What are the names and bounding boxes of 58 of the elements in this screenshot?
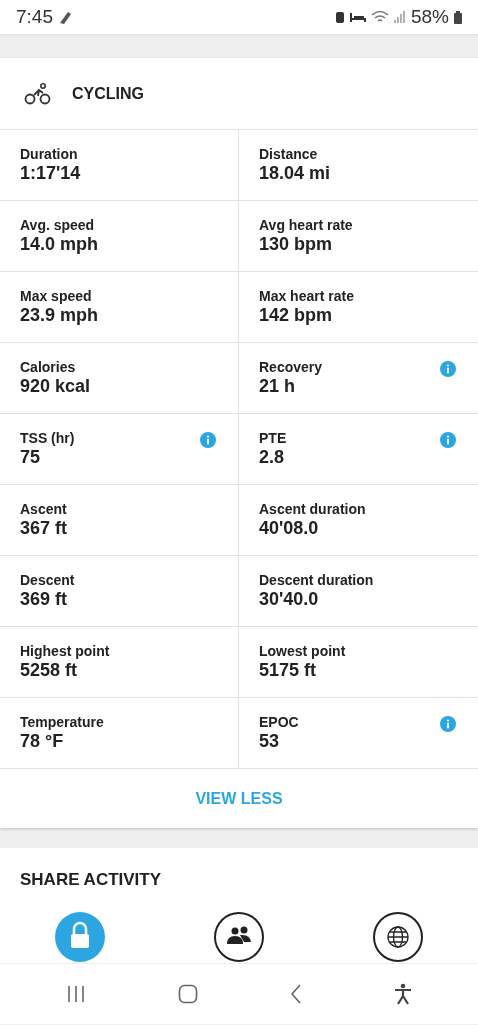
- stat-value: 142 bpm: [259, 305, 334, 326]
- section-title: SHARE ACTIVITY: [20, 870, 163, 890]
- stat-value: 40'08.0: [259, 518, 320, 539]
- battery-percent: 58%: [410, 6, 449, 28]
- stat-value: 369 ft: [20, 589, 69, 610]
- view-less-link[interactable]: VIEW LESS: [0, 769, 478, 828]
- stat-value: 75: [20, 447, 42, 468]
- stat-value: 5175 ft: [259, 660, 318, 681]
- battery-saver-icon: [334, 10, 345, 24]
- stat-value: 14.0 mph: [20, 234, 99, 255]
- stat-value: 920 kcal: [20, 376, 91, 397]
- stat-value: 1:17'14: [20, 163, 81, 184]
- stat-label: Ascent: [20, 501, 68, 517]
- info-icon[interactable]: [440, 432, 456, 448]
- stat-label: Avg. speed: [20, 217, 96, 233]
- stat-value: 78 °F: [20, 731, 65, 752]
- accessibility-icon[interactable]: [394, 983, 412, 1005]
- stat-label: TSS (hr): [20, 430, 75, 446]
- stat-value: 23.9 mph: [20, 305, 99, 326]
- stat-value: 2.8: [259, 447, 286, 468]
- signal-icon: [393, 10, 406, 24]
- bed-icon: [349, 11, 366, 23]
- stat-label: Temperature: [20, 714, 104, 730]
- stat-value: 367 ft: [20, 518, 68, 539]
- stat-label: Recovery: [259, 359, 323, 375]
- cyclist-icon: [24, 82, 52, 105]
- info-icon[interactable]: [440, 361, 456, 377]
- stat-label: Calories: [20, 359, 77, 375]
- stat-label: Max heart rate: [259, 288, 354, 304]
- stat-value: 130 bpm: [259, 234, 334, 255]
- stat-value: 21 h: [259, 376, 297, 397]
- public-share-button[interactable]: [373, 912, 423, 962]
- stat-label: PTE: [259, 430, 287, 446]
- stat-value: 30'40.0: [259, 589, 320, 610]
- activity-title: CYCLING: [72, 84, 144, 103]
- stat-value: 53: [259, 731, 281, 752]
- stat-label: Highest point: [20, 643, 110, 659]
- stat-label: Max speed: [20, 288, 93, 304]
- back-icon[interactable]: [290, 984, 302, 1004]
- stat-label: Descent duration: [259, 572, 374, 588]
- battery-icon: [454, 10, 462, 24]
- stat-label: Descent: [20, 572, 75, 588]
- info-icon[interactable]: [440, 716, 456, 732]
- private-share-button[interactable]: [55, 912, 105, 962]
- clock-time: 7:45: [16, 6, 53, 28]
- wifi-icon: [370, 10, 389, 24]
- stat-label: Ascent duration: [259, 501, 366, 517]
- stat-label: Duration: [20, 146, 79, 162]
- stat-value: 18.04 mi: [259, 163, 331, 184]
- stat-label: Lowest point: [259, 643, 346, 659]
- stat-value: 5258 ft: [20, 660, 79, 681]
- stat-label: Distance: [259, 146, 319, 162]
- home-icon[interactable]: [178, 984, 198, 1004]
- info-icon[interactable]: [200, 432, 216, 448]
- friends-share-button[interactable]: [214, 912, 264, 962]
- recent-apps-icon[interactable]: [66, 985, 86, 1003]
- stat-label: EPOC: [259, 714, 299, 730]
- stat-label: Avg heart rate: [259, 217, 353, 233]
